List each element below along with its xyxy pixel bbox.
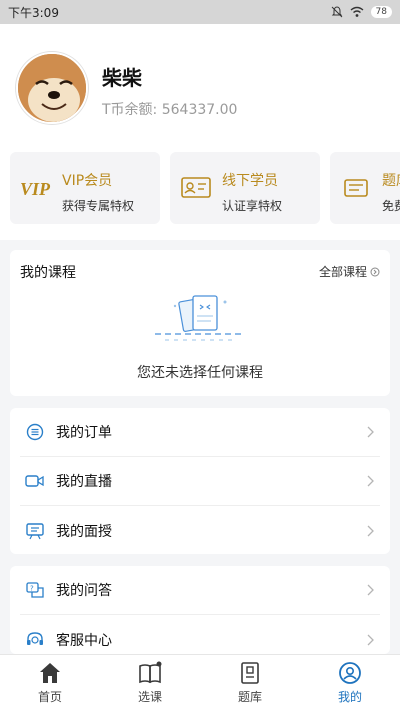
menu-label-qa: 我的问答 [56,583,112,599]
wifi-icon [350,6,363,17]
headset-icon [24,629,46,651]
empty-courses-text: 您还未选择任何课程 [137,365,263,381]
menu-item-service[interactable]: 客服中心 [20,615,380,654]
empty-courses-illustration [155,295,245,341]
tab-courses[interactable]: 选课 [100,655,200,711]
menu-label-interview: 我的面授 [56,523,112,540]
menu-group-support: ? 我的问答 客服中心 [10,566,390,654]
live-video-icon [24,470,46,492]
tab-home[interactable]: 首页 [0,655,100,711]
avatar[interactable] [16,52,88,124]
home-icon [40,663,60,683]
chevron-right-icon [367,475,374,487]
chevron-right-circle-icon [370,267,380,276]
book-icon [139,661,162,684]
tab-question-bank-label: 题库 [237,690,262,704]
tab-profile-label: 我的 [337,690,362,704]
privilege-cards: VIP VIP会员 获得专属特权 线下学员 认证享特权 题库 免费 [10,152,400,224]
card-vip[interactable]: VIP VIP会员 获得专属特权 [10,152,160,224]
card-offline-student[interactable]: 线下学员 认证享特权 [170,152,320,224]
tab-home-label: 首页 [37,690,62,704]
card-vip-title: VIP会员 [62,173,113,189]
balance-label: T币余额: [102,102,162,118]
menu-item-orders[interactable]: 我的订单 [20,408,380,457]
user-name: 柴柴 [102,66,142,90]
menu-label-live: 我的直播 [56,474,112,490]
question-bank-icon [241,662,259,684]
tab-profile[interactable]: 我的 [300,655,400,711]
card-bank-subtitle: 免费 [382,199,400,213]
tab-question-bank[interactable]: 题库 [200,655,300,711]
interview-icon [24,520,46,542]
menu-group-orders: 我的订单 我的直播 我的面授 [10,408,390,554]
chevron-right-icon [367,584,374,596]
profile-icon [339,662,361,684]
menu-item-qa[interactable]: ? 我的问答 [20,566,380,615]
menu-item-live[interactable]: 我的直播 [20,457,380,506]
status-time: 下午3:09 [8,5,59,20]
all-courses-label: 全部课程 [318,265,367,279]
chevron-right-icon [367,634,374,645]
tab-courses-label: 选课 [137,690,162,704]
my-courses-title: 我的课程 [20,265,76,281]
qa-icon: ? [24,579,46,601]
menu-item-interview[interactable]: 我的面授 [20,506,380,555]
card-offline-subtitle: 认证享特权 [222,199,283,213]
svg-text:?: ? [30,585,34,593]
status-bar: 下午3:09 78 [0,0,400,24]
card-bank-title: 题库 [382,173,400,189]
svg-text:VIP: VIP [20,179,51,199]
battery-level: 78 [370,6,392,18]
menu-label-orders: 我的订单 [56,425,112,441]
all-courses-link[interactable]: 全部课程 [319,263,380,280]
id-card-icon [181,177,211,198]
profile-header: 柴柴 T币余额: 564337.00 VIP VIP会员 获得专属特权 线下学员… [0,24,400,240]
balance-row: T币余额: 564337.00 [102,99,237,119]
bottom-tab-bar: 首页 选课 题库 我的 [0,654,400,711]
order-icon [24,421,46,443]
balance-value: 564337.00 [161,102,238,118]
menu-label-service: 客服中心 [56,632,112,649]
mute-icon [331,6,342,18]
chevron-right-icon [367,525,374,536]
card-question-bank[interactable]: 题库 免费 [330,152,400,224]
vip-icon: VIP [20,179,51,199]
my-courses-panel: 我的课程 全部课程 您还未选择任何课程 [10,250,390,396]
card-offline-title: 线下学员 [222,173,278,189]
card-vip-subtitle: 获得专属特权 [62,199,135,213]
chevron-right-icon [367,426,374,438]
question-bank-icon [344,179,368,197]
